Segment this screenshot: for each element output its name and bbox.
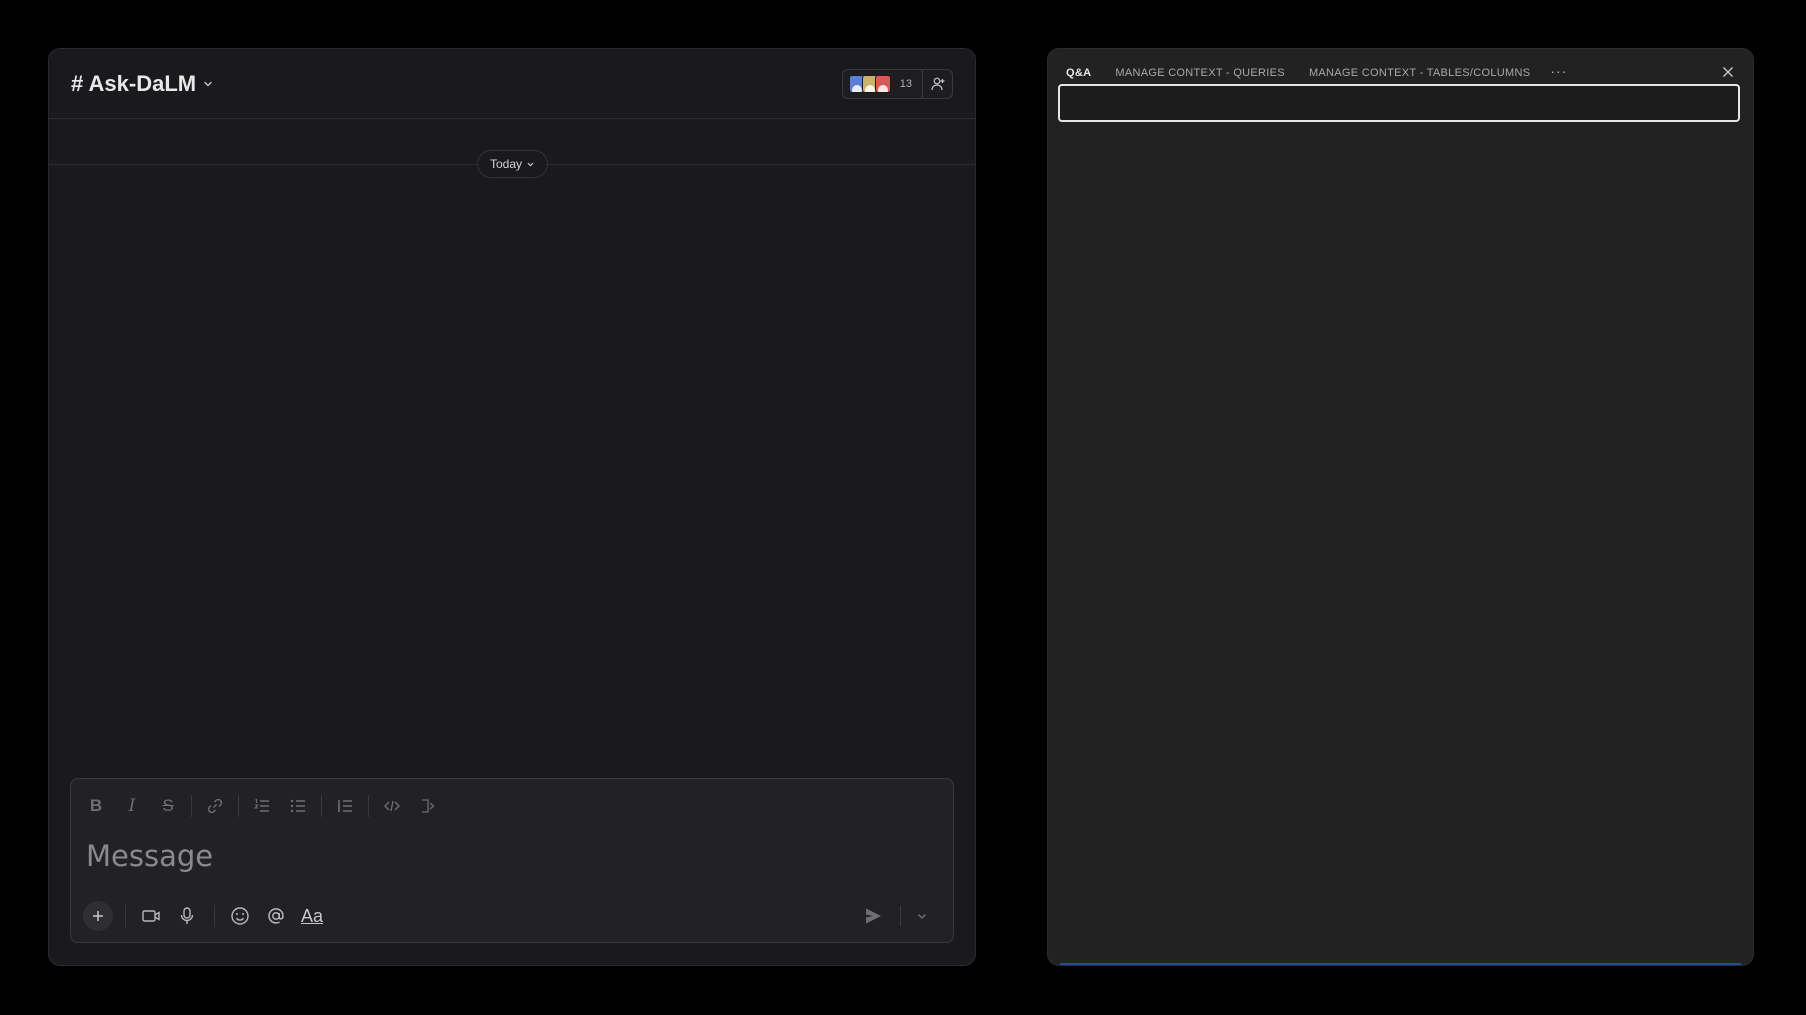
qa-panel: Q&A MANAGE CONTEXT - QUERIES MANAGE CONT… bbox=[1047, 48, 1754, 966]
chevron-down-icon bbox=[204, 81, 212, 86]
close-icon bbox=[1723, 67, 1733, 77]
link-icon bbox=[207, 798, 223, 814]
panel-bottom-accent bbox=[1060, 963, 1741, 965]
mention-button[interactable] bbox=[261, 901, 291, 931]
code-icon bbox=[384, 800, 400, 812]
audio-clip-button[interactable] bbox=[172, 901, 202, 931]
members-button[interactable]: 13 bbox=[841, 68, 923, 99]
toolbar-divider bbox=[238, 795, 239, 817]
message-composer: B I S Message Aa bbox=[70, 778, 954, 943]
formatting-toolbar: B I S bbox=[81, 791, 449, 821]
code-block-icon bbox=[422, 799, 435, 813]
send-group bbox=[858, 901, 943, 931]
code-button[interactable] bbox=[377, 792, 407, 820]
video-icon bbox=[142, 910, 160, 922]
strikethrough-button[interactable]: S bbox=[153, 792, 183, 820]
blockquote-button[interactable] bbox=[330, 792, 360, 820]
strikethrough-icon: S bbox=[162, 796, 174, 815]
more-options-icon: ··· bbox=[1550, 63, 1568, 79]
channel-header: # Ask-DaLM 13 bbox=[49, 49, 975, 119]
bullet-list-button[interactable] bbox=[283, 792, 313, 820]
italic-button[interactable]: I bbox=[117, 792, 147, 820]
action-divider bbox=[214, 905, 215, 927]
add-person-icon bbox=[930, 77, 944, 90]
send-button[interactable] bbox=[858, 901, 888, 931]
send-icon bbox=[866, 908, 881, 924]
link-button[interactable] bbox=[200, 792, 230, 820]
avatar bbox=[874, 74, 891, 93]
chevron-down-icon bbox=[527, 162, 534, 166]
add-member-button[interactable] bbox=[923, 68, 953, 99]
send-divider bbox=[900, 906, 901, 926]
action-divider bbox=[125, 905, 126, 927]
message-input[interactable] bbox=[84, 834, 934, 878]
blockquote-icon bbox=[338, 800, 352, 812]
bullet-list-icon bbox=[290, 799, 305, 813]
header-actions: 13 bbox=[841, 68, 953, 99]
tab-label: MANAGE CONTEXT - QUERIES bbox=[1115, 67, 1285, 79]
attach-button[interactable] bbox=[83, 901, 113, 931]
emoji-button[interactable] bbox=[225, 901, 255, 931]
italic-icon: I bbox=[128, 796, 136, 816]
date-jump-button[interactable]: Today bbox=[477, 150, 549, 178]
chat-panel: # Ask-DaLM 13 Today B I S Message Aa bbox=[48, 48, 976, 966]
format-text-label: Aa bbox=[300, 905, 324, 926]
question-input[interactable] bbox=[1058, 84, 1740, 122]
video-clip-button[interactable] bbox=[136, 901, 166, 931]
microphone-icon bbox=[180, 907, 194, 924]
mention-icon bbox=[268, 908, 284, 924]
emoji-icon bbox=[231, 907, 249, 925]
channel-name-button[interactable]: # Ask-DaLM bbox=[71, 71, 214, 97]
close-panel-button[interactable] bbox=[1717, 61, 1739, 83]
chevron-down-icon bbox=[918, 914, 926, 919]
composer-action-bar: Aa bbox=[83, 900, 943, 932]
toolbar-divider bbox=[368, 795, 369, 817]
schedule-send-button[interactable] bbox=[907, 901, 937, 931]
channel-name: # Ask-DaLM bbox=[71, 70, 197, 96]
more-tabs-button[interactable]: ··· bbox=[1550, 63, 1567, 79]
tab-label: Q&A bbox=[1066, 67, 1092, 79]
formatting-toggle-button[interactable]: Aa bbox=[297, 901, 327, 931]
ordered-list-icon bbox=[253, 798, 269, 812]
member-count: 13 bbox=[899, 77, 912, 90]
code-block-button[interactable] bbox=[413, 792, 443, 820]
bold-icon: B bbox=[89, 796, 103, 815]
plus-icon bbox=[93, 911, 103, 921]
ordered-list-button[interactable] bbox=[247, 792, 277, 820]
date-label: Today bbox=[490, 157, 523, 171]
toolbar-divider bbox=[321, 795, 322, 817]
tab-label: MANAGE CONTEXT - TABLES/COLUMNS bbox=[1308, 67, 1531, 79]
bold-button[interactable]: B bbox=[81, 792, 111, 820]
toolbar-divider bbox=[191, 795, 192, 817]
